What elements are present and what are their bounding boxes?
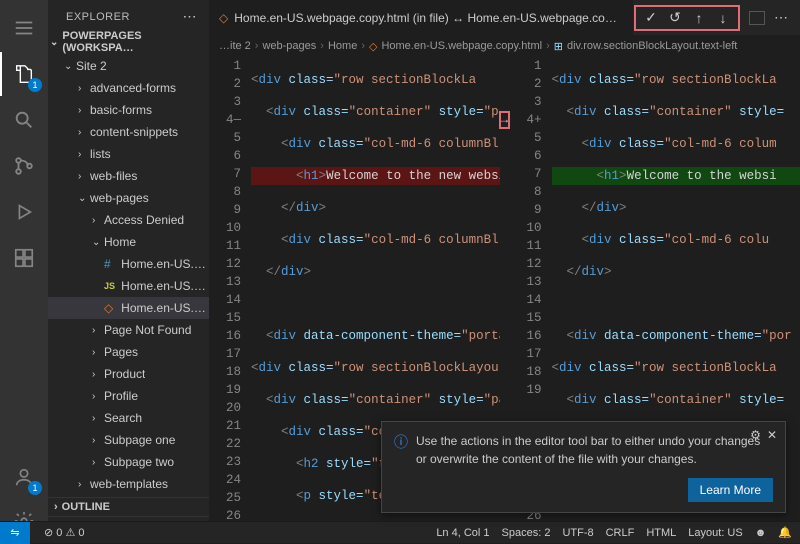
- folder-web-pages[interactable]: ⌄web-pages: [48, 187, 209, 209]
- folder-product[interactable]: ›Product: [48, 363, 209, 385]
- notification-close-icon[interactable]: ✕: [767, 428, 777, 442]
- tab-label: Home.en-US.webpage.copy.html (in file) ↔…: [234, 11, 623, 25]
- status-spaces[interactable]: Spaces: 2: [502, 527, 551, 539]
- diff-toolbar-highlighted: ✓ ↺ ↑ ↓: [634, 5, 740, 31]
- sidebar: EXPLORER ⋯ ⌄POWERPAGES (WORKSPA… ⌄Site 2…: [48, 0, 209, 543]
- folder-search[interactable]: ›Search: [48, 407, 209, 429]
- accounts-badge: 1: [28, 481, 42, 495]
- outline-section[interactable]: ›OUTLINE: [48, 497, 209, 516]
- activity-bar: 1 1: [0, 0, 48, 543]
- notification-gear-icon[interactable]: ⚙: [750, 428, 761, 442]
- tab-diff[interactable]: ◇ Home.en-US.webpage.copy.html (in file)…: [209, 0, 634, 35]
- folder-advanced-forms[interactable]: ›advanced-forms: [48, 77, 209, 99]
- folder-content-snippets[interactable]: ›content-snippets: [48, 121, 209, 143]
- status-problems[interactable]: ⊘ 0 ⚠ 0: [44, 526, 85, 539]
- file-home-html[interactable]: ◇Home.en-US.web…: [48, 297, 209, 319]
- remote-status-icon[interactable]: ⇋: [0, 522, 30, 544]
- tab-bar: ◇ Home.en-US.webpage.copy.html (in file)…: [209, 0, 800, 35]
- folder-profile[interactable]: ›Profile: [48, 385, 209, 407]
- explorer-title: EXPLORER: [66, 11, 130, 23]
- split-editor-icon[interactable]: [746, 7, 768, 29]
- folder-home[interactable]: ⌄Home: [48, 231, 209, 253]
- folder-web-templates[interactable]: ›web-templates: [48, 473, 209, 495]
- folder-subpage-one[interactable]: ›Subpage one: [48, 429, 209, 451]
- folder-page-not-found[interactable]: ›Page Not Found: [48, 319, 209, 341]
- workspace-label: POWERPAGES (WORKSPA…: [62, 30, 205, 54]
- accounts-icon[interactable]: 1: [0, 455, 48, 499]
- status-eol[interactable]: CRLF: [606, 527, 635, 539]
- search-icon[interactable]: [0, 98, 48, 142]
- status-bell-icon[interactable]: 🔔: [778, 526, 792, 539]
- file-tree: ⌄Site 2 ›advanced-forms ›basic-forms ›co…: [48, 55, 209, 497]
- html-file-icon: ◇: [219, 11, 228, 25]
- left-gutter: 123 4— 5678 9101112 13141516 17181920 21…: [209, 57, 251, 543]
- breadcrumb[interactable]: …ite 2› web-pages› Home› ◇Home.en-US.web…: [209, 35, 800, 57]
- status-lang[interactable]: HTML: [646, 527, 676, 539]
- next-change-icon[interactable]: ↓: [712, 7, 734, 29]
- apply-change-icon[interactable]: →: [499, 111, 510, 129]
- folder-basic-forms[interactable]: ›basic-forms: [48, 99, 209, 121]
- files-badge: 1: [28, 78, 42, 92]
- workspace-section[interactable]: ⌄POWERPAGES (WORKSPA…: [48, 29, 209, 55]
- scm-icon[interactable]: [0, 144, 48, 188]
- learn-more-button[interactable]: Learn More: [688, 478, 773, 502]
- folder-pages[interactable]: ›Pages: [48, 341, 209, 363]
- menu-icon[interactable]: [0, 6, 48, 50]
- folder-access-denied[interactable]: ›Access Denied: [48, 209, 209, 231]
- explorer-more-icon[interactable]: ⋯: [183, 8, 198, 25]
- revert-icon[interactable]: ↺: [664, 7, 686, 29]
- site-root[interactable]: ⌄Site 2: [48, 55, 209, 77]
- notification-text: Use the actions in the editor tool bar t…: [416, 432, 773, 468]
- debug-icon[interactable]: [0, 190, 48, 234]
- tab-more-icon[interactable]: ⋯: [770, 7, 792, 29]
- prev-change-icon[interactable]: ↑: [688, 7, 710, 29]
- status-encoding[interactable]: UTF-8: [562, 527, 593, 539]
- extensions-icon[interactable]: [0, 236, 48, 280]
- accept-icon[interactable]: ✓: [640, 7, 662, 29]
- status-layout[interactable]: Layout: US: [688, 527, 742, 539]
- folder-lists[interactable]: ›lists: [48, 143, 209, 165]
- notification-toast: ⚙ ✕ ⓘ Use the actions in the editor tool…: [381, 421, 786, 513]
- info-icon: ⓘ: [394, 432, 408, 468]
- file-home-js[interactable]: JSHome.en-US.cust…: [48, 275, 209, 297]
- folder-subpage-two[interactable]: ›Subpage two: [48, 451, 209, 473]
- explorer-icon[interactable]: 1: [0, 52, 48, 96]
- status-feedback-icon[interactable]: ☻: [755, 527, 767, 539]
- status-bar: ⇋ ⊘ 0 ⚠ 0 Ln 4, Col 1 Spaces: 2 UTF-8 CR…: [0, 521, 800, 543]
- file-home-css[interactable]: #Home.en-US.cust…: [48, 253, 209, 275]
- status-line[interactable]: Ln 4, Col 1: [436, 527, 489, 539]
- folder-web-files[interactable]: ›web-files: [48, 165, 209, 187]
